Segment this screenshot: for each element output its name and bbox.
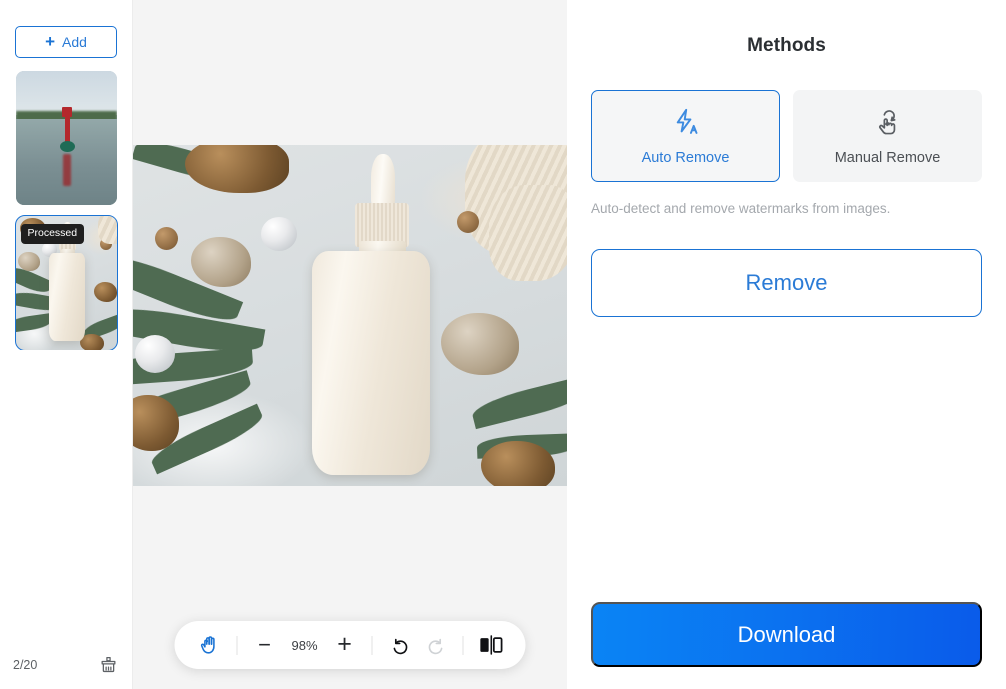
page-counter: 2/20 (13, 658, 38, 672)
zoom-in-button[interactable]: + (328, 628, 362, 662)
plus-icon: + (337, 629, 352, 658)
broom-icon[interactable] (97, 654, 119, 676)
method-auto-remove-label: Auto Remove (641, 149, 730, 166)
remove-button[interactable]: Remove (591, 248, 982, 317)
thumbnail-item-2[interactable]: Processed (14, 215, 118, 350)
image-sidebar: + Add Processed 2/20 (0, 0, 133, 689)
methods-panel: Methods Auto Remove Manual Remove Auto-d… (567, 0, 1006, 689)
sidebar-footer: 2/20 (0, 641, 133, 689)
method-description: Auto-detect and remove watermarks from i… (591, 201, 891, 216)
processed-badge: Processed (20, 224, 85, 244)
method-manual-remove-label: Manual Remove (834, 149, 941, 166)
toolbar-divider-1 (236, 635, 238, 655)
hand-tap-icon (873, 107, 903, 142)
page-title: Methods (747, 35, 826, 56)
add-button-label: Add (62, 34, 87, 50)
thumbnail-image-1 (15, 71, 117, 205)
method-manual-remove[interactable]: Manual Remove (793, 90, 982, 182)
zoom-level-value: 98% (291, 637, 318, 653)
method-options: Auto Remove Manual Remove (591, 90, 982, 182)
undo-icon[interactable] (383, 628, 417, 662)
add-image-button[interactable]: + Add (15, 26, 117, 58)
watermark-remover-app: + Add Processed 2/20 − 98% + Methods Aut… (0, 0, 1006, 689)
method-auto-remove[interactable]: Auto Remove (591, 90, 780, 182)
canvas-image (133, 145, 567, 486)
plus-icon: + (45, 32, 55, 51)
toolbar-divider-3 (462, 635, 464, 655)
thumbnail-item-1[interactable] (15, 71, 117, 205)
toolbar-divider-2 (371, 635, 373, 655)
hand-icon[interactable] (193, 628, 227, 662)
minus-icon: − (258, 632, 271, 657)
image-canvas-area[interactable]: − 98% + (133, 0, 567, 689)
zoom-out-button[interactable]: − (248, 628, 282, 662)
zoom-toolbar: − 98% + (174, 621, 526, 669)
compare-split-icon[interactable] (474, 628, 508, 662)
download-button[interactable]: Download (591, 602, 982, 667)
lightning-auto-icon (671, 107, 701, 142)
thumbnail-list: Processed (0, 71, 133, 350)
redo-icon[interactable] (419, 628, 453, 662)
